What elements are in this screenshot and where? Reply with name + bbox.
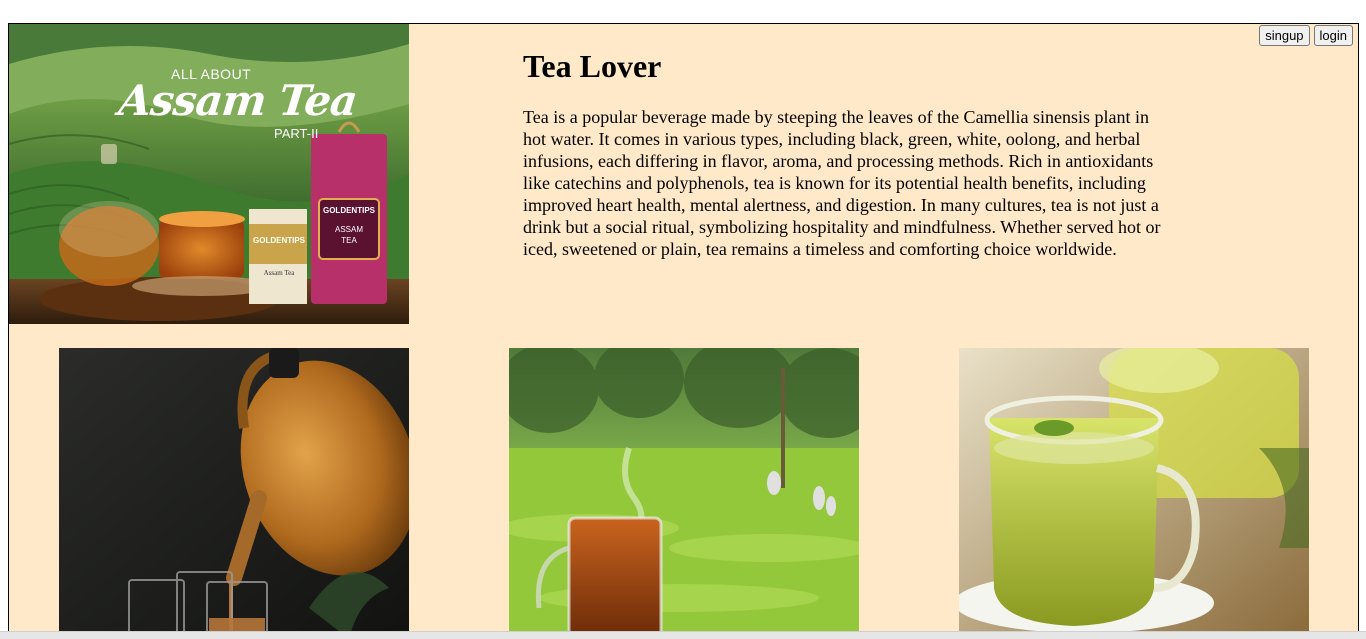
login-button[interactable]: login bbox=[1313, 25, 1353, 46]
page-title: Tea Lover bbox=[523, 48, 662, 84]
description-text: Tea is a popular beverage made by steepi… bbox=[523, 107, 1161, 259]
gallery-image-tea-garden-cup bbox=[509, 348, 859, 637]
hero-line-3: PART-II bbox=[274, 126, 319, 141]
gallery-image-green-tea-cup bbox=[959, 348, 1309, 637]
page-container: singup login ALL ABOUT Assam Tea PART-II… bbox=[8, 23, 1359, 638]
hero-line-2: Assam Tea bbox=[116, 76, 360, 125]
box-label: ASSAM TEA bbox=[334, 225, 363, 245]
tin-label: Assam Tea bbox=[263, 269, 295, 277]
tin-brand: GOLDENTIPS bbox=[253, 236, 306, 245]
signup-button[interactable]: singup bbox=[1259, 25, 1310, 46]
gallery-image-kettle-pouring bbox=[59, 348, 409, 637]
intro-section: Tea Lover Tea is a popular beverage made… bbox=[523, 46, 1163, 260]
auth-buttons: singup login bbox=[1259, 25, 1353, 46]
hero-image-assam-tea: ALL ABOUT Assam Tea PART-II GOLDENTIPS A… bbox=[9, 24, 409, 324]
box-brand: GOLDENTIPS bbox=[322, 206, 375, 215]
